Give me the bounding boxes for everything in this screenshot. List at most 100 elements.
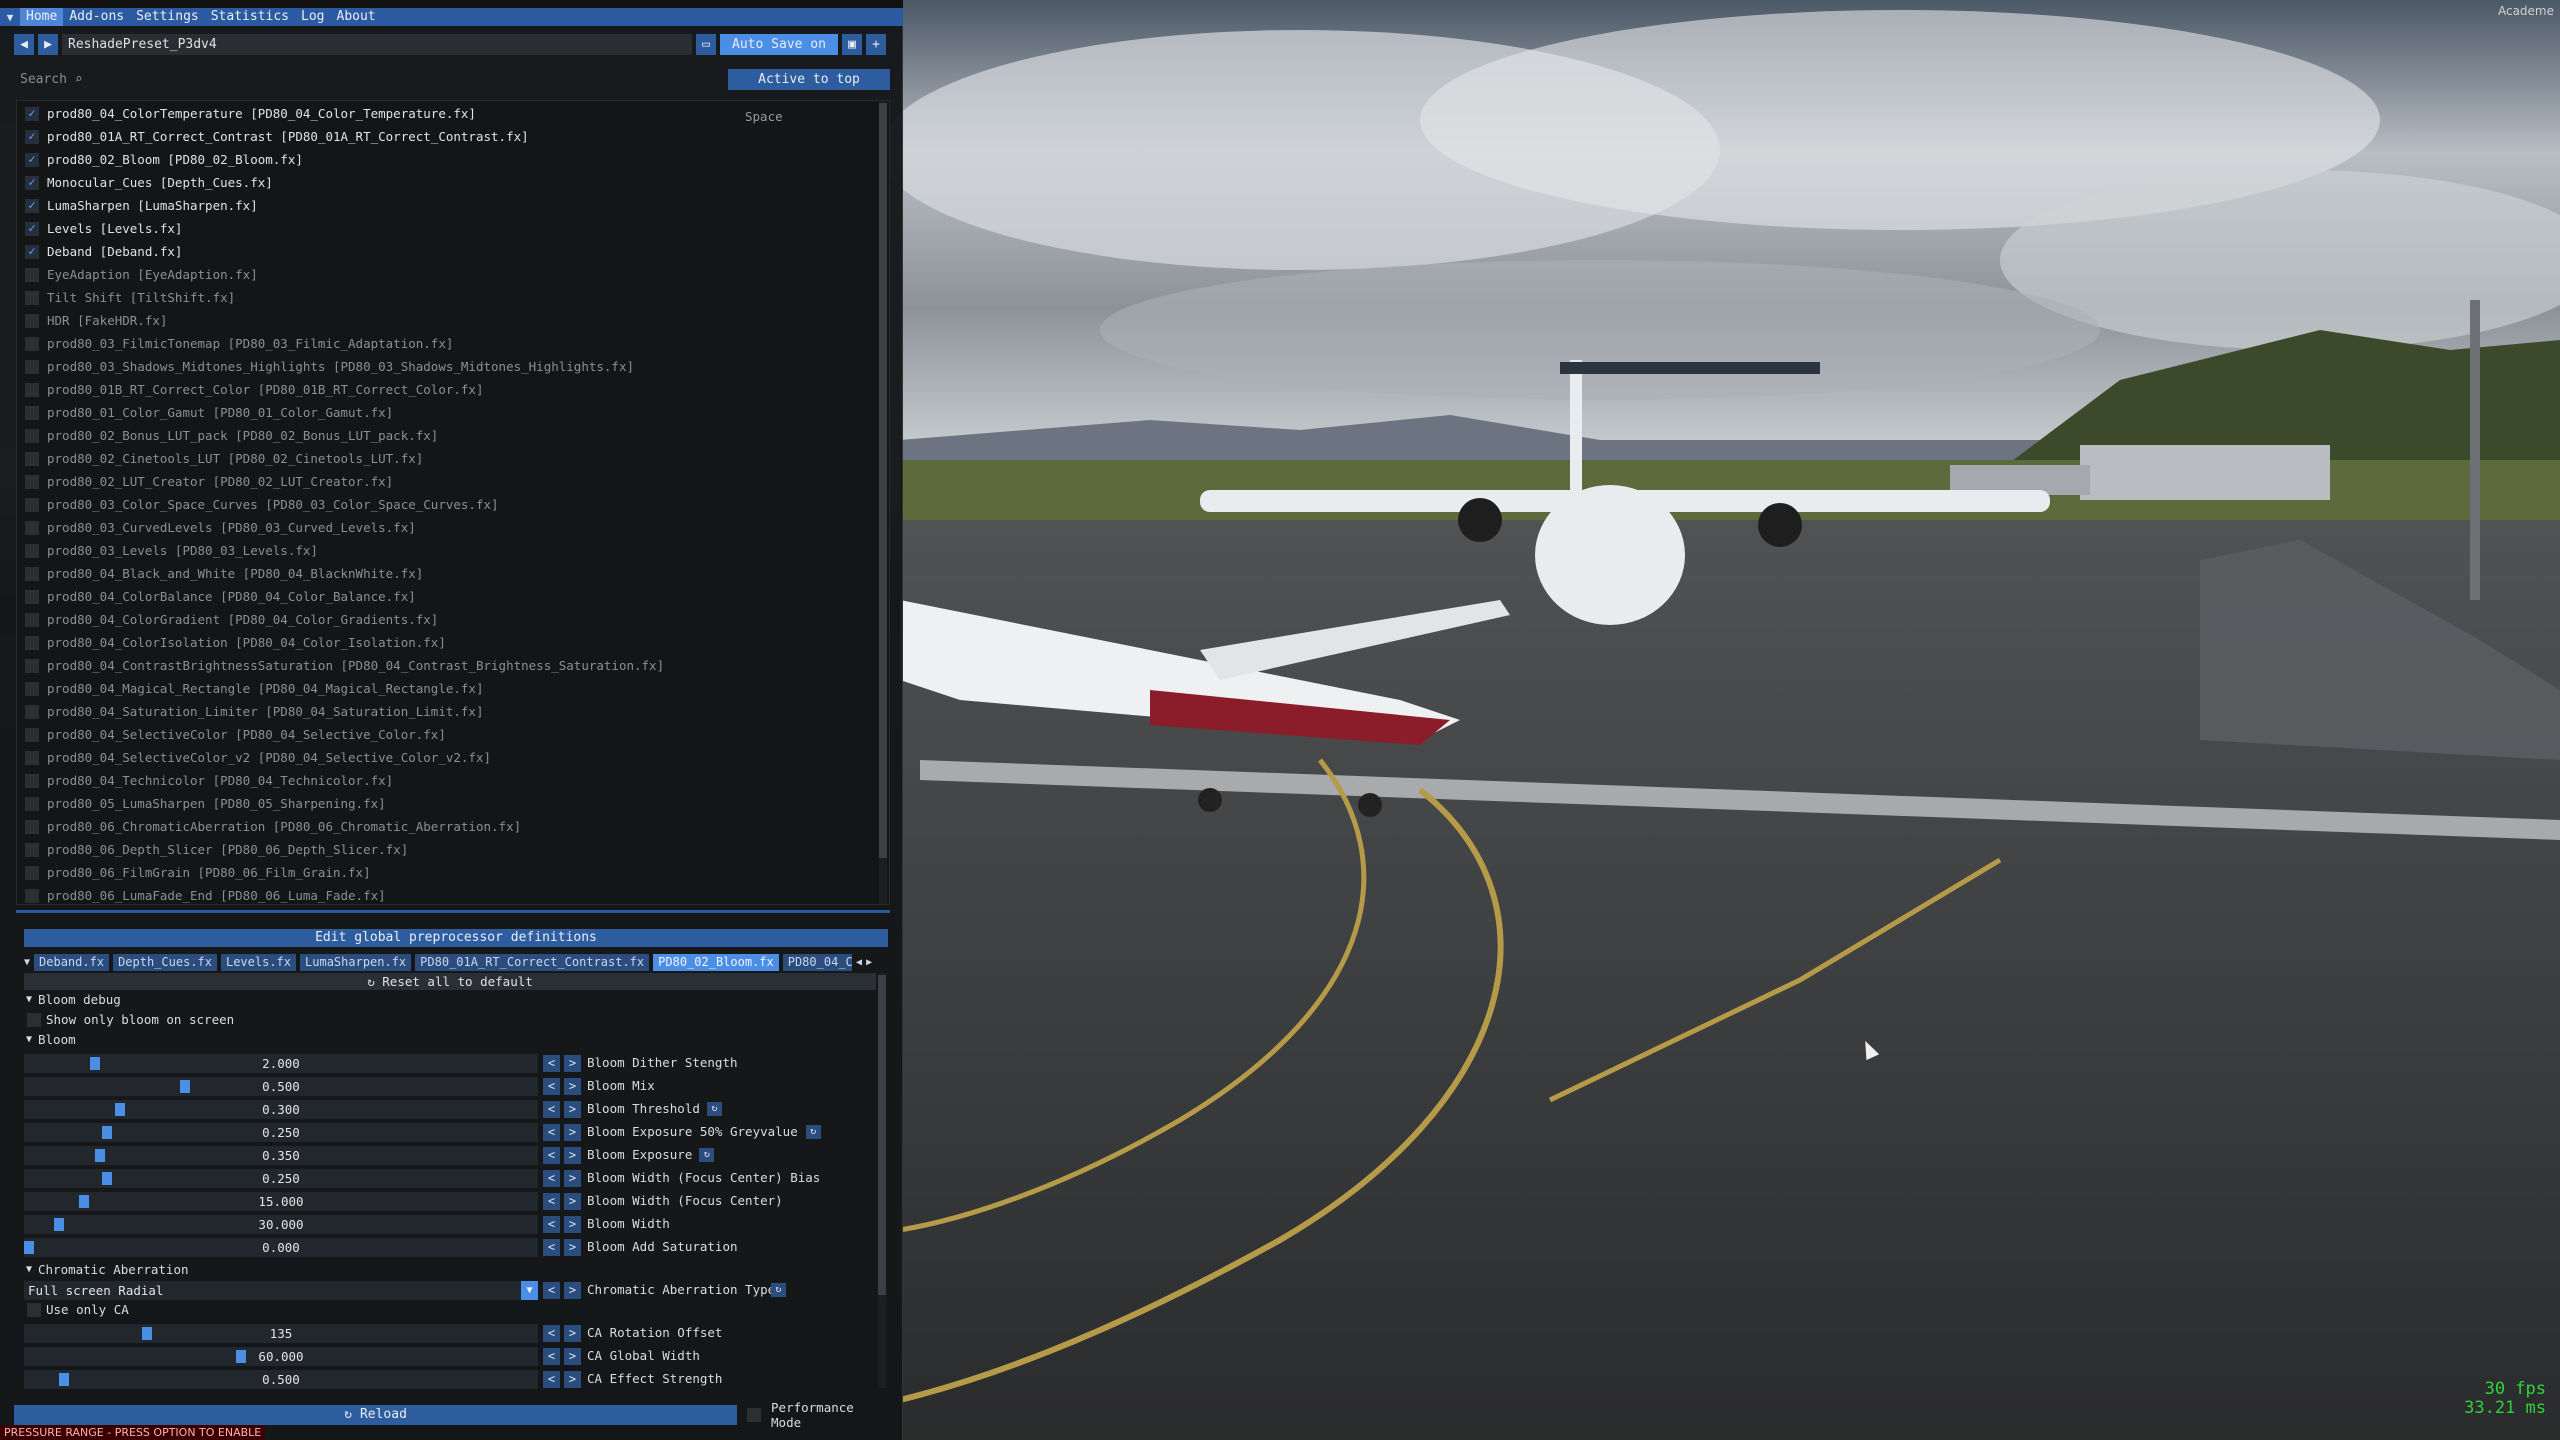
effect-tab[interactable]: PD80_01A_RT_Correct_Contrast.fx	[415, 953, 650, 971]
menu-add-ons[interactable]: Add-ons	[63, 8, 130, 26]
checkbox-box[interactable]	[27, 1303, 41, 1317]
reset-value-icon[interactable]: ↻	[707, 1102, 722, 1116]
effect-checkbox[interactable]	[25, 842, 39, 857]
effect-list-item[interactable]: prod80_06_Depth_Slicer [PD80_06_Depth_Sl…	[17, 838, 889, 861]
dropdown-arrow-icon[interactable]: ▼	[521, 1281, 538, 1300]
increment-button[interactable]: >	[564, 1078, 581, 1095]
effect-list-item[interactable]: prod80_04_SelectiveColor [PD80_04_Select…	[17, 723, 889, 746]
reset-value-icon[interactable]: ↻	[771, 1283, 786, 1297]
effect-checkbox[interactable]	[25, 589, 39, 604]
effect-checkbox[interactable]	[25, 267, 39, 282]
effect-list-item[interactable]: ✓ Monocular_Cues [Depth_Cues.fx]	[17, 171, 889, 194]
effect-list-item[interactable]: ✓ prod80_01A_RT_Correct_Contrast [PD80_01…	[17, 125, 889, 148]
decrement-button[interactable]: <	[543, 1170, 560, 1187]
effect-checkbox[interactable]	[25, 658, 39, 673]
decrement-button[interactable]: <	[543, 1282, 560, 1299]
effect-list-item[interactable]: prod80_04_Black_and_White [PD80_04_Black…	[17, 562, 889, 585]
effect-checkbox[interactable]	[25, 428, 39, 443]
effect-list-item[interactable]: prod80_01_Color_Gamut [PD80_01_Color_Gam…	[17, 401, 889, 424]
effect-list-item[interactable]: prod80_03_Shadows_Midtones_Highlights [P…	[17, 355, 889, 378]
section-chromatic-aberration[interactable]: ▼ Chromatic Aberration	[24, 1260, 876, 1280]
active-to-top-button[interactable]: Active to top	[728, 68, 890, 90]
effect-checkbox[interactable]: ✓	[25, 244, 39, 259]
section-bloom-debug[interactable]: ▼ Bloom debug	[24, 990, 876, 1010]
tab-scroll-left-icon[interactable]: ◀	[856, 957, 862, 968]
effect-tab[interactable]: PD80_04_Color_	[782, 953, 853, 971]
effect-tab[interactable]: Deband.fx	[34, 953, 110, 971]
param-slider[interactable]: 30.000	[24, 1215, 538, 1234]
effect-list-item[interactable]: prod80_01B_RT_Correct_Color [PD80_01B_RT…	[17, 378, 889, 401]
effect-checkbox[interactable]: ✓	[25, 198, 39, 213]
decrement-button[interactable]: <	[543, 1193, 560, 1210]
next-preset-button[interactable]: ▶	[38, 33, 58, 55]
effect-list-item[interactable]: prod80_02_LUT_Creator [PD80_02_LUT_Creat…	[17, 470, 889, 493]
param-slider[interactable]: 15.000	[24, 1192, 538, 1211]
effect-checkbox[interactable]	[25, 382, 39, 397]
preset-name-field[interactable]: ReshadePreset_P3dv4	[62, 33, 692, 55]
effect-tab[interactable]: Levels.fx	[220, 953, 297, 971]
decrement-button[interactable]: <	[543, 1124, 560, 1141]
prev-preset-button[interactable]: ◀	[14, 33, 34, 55]
effect-checkbox[interactable]	[25, 359, 39, 374]
effect-checkbox[interactable]: ✓	[25, 129, 39, 144]
effect-checkbox[interactable]	[25, 474, 39, 489]
param-slider[interactable]: 60.000	[24, 1347, 538, 1366]
effect-list-item[interactable]: prod80_04_ColorGradient [PD80_04_Color_G…	[17, 608, 889, 631]
effect-list-item[interactable]: prod80_03_Levels [PD80_03_Levels.fx]	[17, 539, 889, 562]
effect-list-item[interactable]: ✓ prod80_02_Bloom [PD80_02_Bloom.fx]	[17, 148, 889, 171]
increment-button[interactable]: >	[564, 1371, 581, 1388]
effect-checkbox[interactable]	[25, 566, 39, 581]
tab-scroll-right-icon[interactable]: ▶	[866, 957, 872, 968]
effect-list-item[interactable]: ✓ LumaSharpen [LumaSharpen.fx]	[17, 194, 889, 217]
effect-tab[interactable]: LumaSharpen.fx	[300, 953, 412, 971]
effect-tab[interactable]: Depth_Cues.fx	[113, 953, 217, 971]
effect-list-item[interactable]: prod80_04_Magical_Rectangle [PD80_04_Mag…	[17, 677, 889, 700]
effect-list-item[interactable]: prod80_03_CurvedLevels [PD80_03_Curved_L…	[17, 516, 889, 539]
menu-log[interactable]: Log	[295, 8, 330, 26]
reset-value-icon[interactable]: ↻	[699, 1148, 715, 1162]
effect-checkbox[interactable]	[25, 635, 39, 650]
effect-list-item[interactable]: prod80_04_Saturation_Limiter [PD80_04_Sa…	[17, 700, 889, 723]
increment-button[interactable]: >	[564, 1147, 581, 1164]
effect-list-item[interactable]: ✓ Deband [Deband.fx]	[17, 240, 889, 263]
param-slider[interactable]: 0.250	[24, 1169, 538, 1188]
show-only-bloom-checkbox[interactable]: Show only bloom on screen	[24, 1010, 876, 1030]
reset-value-icon[interactable]: ↻	[805, 1125, 821, 1139]
effect-list-item[interactable]: prod80_04_ContrastBrightnessSaturation […	[17, 654, 889, 677]
use-only-ca-checkbox[interactable]: Use only CA	[24, 1300, 876, 1320]
effect-list-item[interactable]: prod80_06_ChromaticAberration [PD80_06_C…	[17, 815, 889, 838]
reset-all-button[interactable]: ↻ Reset all to default	[24, 973, 876, 990]
effect-list-item[interactable]: EyeAdaption [EyeAdaption.fx]	[17, 263, 889, 286]
increment-button[interactable]: >	[564, 1193, 581, 1210]
add-preset-button[interactable]: +	[866, 33, 886, 55]
effect-checkbox[interactable]	[25, 405, 39, 420]
effect-checkbox[interactable]: ✓	[25, 175, 39, 190]
search-input[interactable]: Search ⌕	[14, 68, 720, 90]
increment-button[interactable]: >	[564, 1055, 581, 1072]
effect-checkbox[interactable]	[25, 865, 39, 880]
effect-list-item[interactable]: Tilt Shift [TiltShift.fx]	[17, 286, 889, 309]
panel-splitter[interactable]	[16, 910, 890, 913]
effect-checkbox[interactable]	[25, 290, 39, 305]
effect-list-item[interactable]: HDR [FakeHDR.fx]	[17, 309, 889, 332]
effect-checkbox[interactable]	[25, 543, 39, 558]
decrement-button[interactable]: <	[543, 1325, 560, 1342]
menu-settings[interactable]: Settings	[130, 8, 205, 26]
param-slider[interactable]: 0.500	[24, 1077, 538, 1096]
effect-checkbox[interactable]	[25, 520, 39, 535]
decrement-button[interactable]: <	[543, 1147, 560, 1164]
collapse-triangle-icon[interactable]: ▼	[0, 11, 20, 24]
effect-list-item[interactable]: ✓ Levels [Levels.fx]	[17, 217, 889, 240]
decrement-button[interactable]: <	[543, 1371, 560, 1388]
effect-list-item[interactable]: prod80_06_FilmGrain [PD80_06_Film_Grain.…	[17, 861, 889, 884]
effect-checkbox[interactable]	[25, 704, 39, 719]
decrement-button[interactable]: <	[543, 1239, 560, 1256]
effect-tab[interactable]: PD80_02_Bloom.fx	[653, 953, 779, 971]
increment-button[interactable]: >	[564, 1170, 581, 1187]
param-slider[interactable]: 0.250	[24, 1123, 538, 1142]
effect-checkbox[interactable]	[25, 727, 39, 742]
effect-list-item[interactable]: prod80_05_LumaSharpen [PD80_05_Sharpenin…	[17, 792, 889, 815]
effect-list-item[interactable]: prod80_06_LumaFade_End [PD80_06_Luma_Fad…	[17, 884, 889, 904]
effect-list-item[interactable]: prod80_02_Cinetools_LUT [PD80_02_Cinetoo…	[17, 447, 889, 470]
decrement-button[interactable]: <	[543, 1055, 560, 1072]
